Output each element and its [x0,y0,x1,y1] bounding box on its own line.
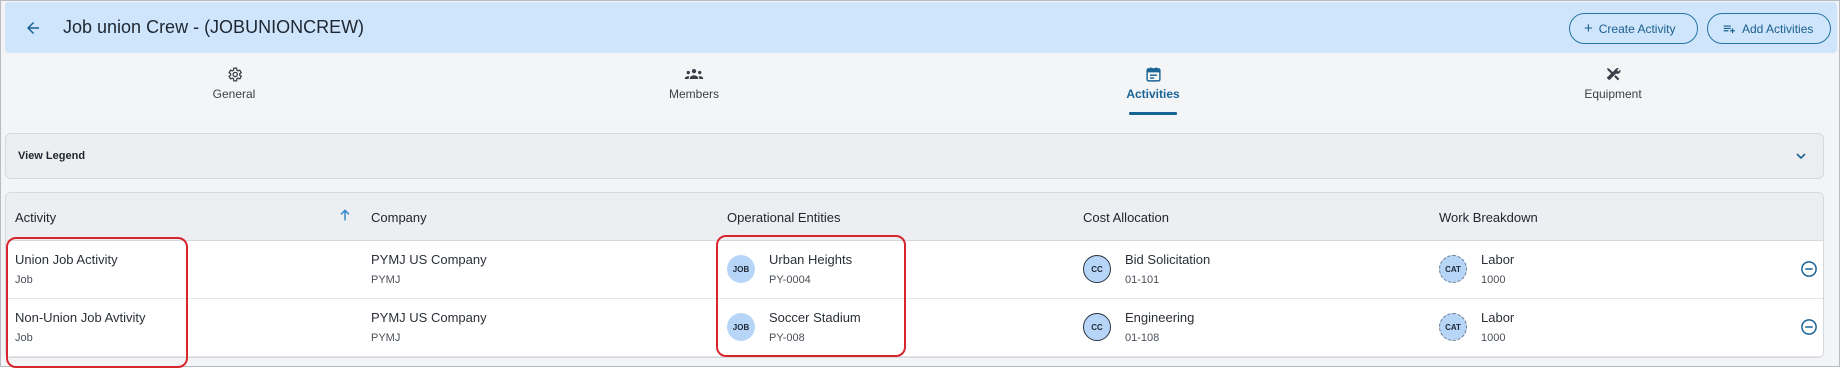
app-frame: Job union Crew - (JOBUNIONCREW) + Create… [0,0,1840,368]
activity-cell: Union Job Activity Job [15,252,118,286]
cost-allocation-cell: Engineering 01-108 [1125,310,1194,344]
tab-activities[interactable]: Activities [1073,64,1233,115]
entity-code: PY-008 [769,332,805,344]
column-header-activity[interactable]: Activity [15,210,56,225]
table-header: Activity Company Operational Entities Co… [6,193,1823,241]
entity-name: Urban Heights [769,252,853,267]
job-badge: JOB [727,255,755,283]
activity-type: Job [15,274,33,286]
company-code: PYMJ [371,332,401,344]
company-cell: PYMJ US Company PYMJ [371,252,487,286]
remove-circle-icon[interactable] [1800,318,1818,336]
activity-cell: Non-Union Job Avtivity Job [15,310,146,344]
plus-icon: + [1584,20,1593,37]
company-code: PYMJ [371,274,401,286]
company-cell: PYMJ US Company PYMJ [371,310,487,344]
work-breakdown-name: Labor [1481,310,1515,325]
company-name: PYMJ US Company [371,310,487,325]
view-legend-panel[interactable]: View Legend [5,133,1824,179]
page-title: Job union Crew - (JOBUNIONCREW) [63,17,365,37]
activity-name: Non-Union Job Avtivity [15,310,146,325]
sort-ascending-icon[interactable] [337,207,353,223]
cost-code-badge: CC [1083,313,1111,341]
gear-icon [227,66,242,82]
job-badge: JOB [727,313,755,341]
column-header-operational-entities[interactable]: Operational Entities [727,210,840,225]
cost-code-badge: CC [1083,255,1111,283]
work-breakdown-cell: Labor 1000 [1481,252,1514,286]
entity-name: Soccer Stadium [769,310,861,325]
chevron-down-icon[interactable] [1793,148,1809,164]
tab-general[interactable]: General [154,64,314,101]
playlist-add-icon [1723,25,1735,33]
work-breakdown-code: 1000 [1481,274,1506,286]
table-row[interactable]: Union Job Activity Job PYMJ US Company P… [6,241,1823,299]
people-icon [684,69,704,79]
cost-name: Bid Solicitation [1125,252,1211,267]
cost-name: Engineering [1125,310,1195,325]
tools-icon [1606,68,1621,81]
tab-members-label: Members [668,87,719,101]
column-header-work-breakdown[interactable]: Work Breakdown [1439,210,1538,225]
table-row[interactable]: Non-Union Job Avtivity Job PYMJ US Compa… [6,299,1823,357]
work-breakdown-code: 1000 [1481,332,1506,344]
entity-code: PY-0004 [769,274,811,286]
work-breakdown-cell: Labor 1000 [1481,310,1514,344]
operational-entity-cell: Soccer Stadium PY-008 [769,310,861,344]
column-header-cost-allocation[interactable]: Cost Allocation [1083,210,1169,225]
tab-bar: General Members Activities Equipment [1,54,1839,118]
cost-code: 01-108 [1125,332,1160,344]
operational-entity-cell: Urban Heights PY-0004 [769,252,852,286]
column-header-company[interactable]: Company [371,210,427,225]
category-badge: CAT [1439,255,1467,283]
category-badge: CAT [1439,313,1467,341]
create-activity-label: Create Activity [1598,21,1676,36]
remove-circle-icon[interactable] [1800,260,1818,278]
tab-general-label: General [212,87,256,101]
activity-name: Union Job Activity [15,252,118,267]
page-header: Job union Crew - (JOBUNIONCREW) + Create… [5,2,1837,53]
cost-code: 01-101 [1125,274,1160,286]
calendar-icon [1145,66,1161,82]
tab-activities-label: Activities [1126,87,1180,101]
arrow-left-icon [27,22,39,34]
add-activities-button[interactable]: Add Activities [1707,13,1831,44]
activity-type: Job [15,332,33,344]
activities-table: Activity Company Operational Entities Co… [5,192,1824,358]
work-breakdown-name: Labor [1481,252,1515,267]
company-name: PYMJ US Company [371,252,487,267]
cost-allocation-cell: Bid Solicitation 01-101 [1125,252,1210,286]
active-tab-indicator [1129,112,1177,115]
tab-equipment-label: Equipment [1584,87,1642,101]
back-button[interactable] [22,17,44,39]
tab-members[interactable]: Members [614,64,774,101]
create-activity-button[interactable]: + Create Activity [1569,13,1698,44]
add-activities-label: Add Activities [1742,21,1814,36]
tab-equipment[interactable]: Equipment [1533,64,1693,101]
view-legend-label: View Legend [18,150,86,162]
